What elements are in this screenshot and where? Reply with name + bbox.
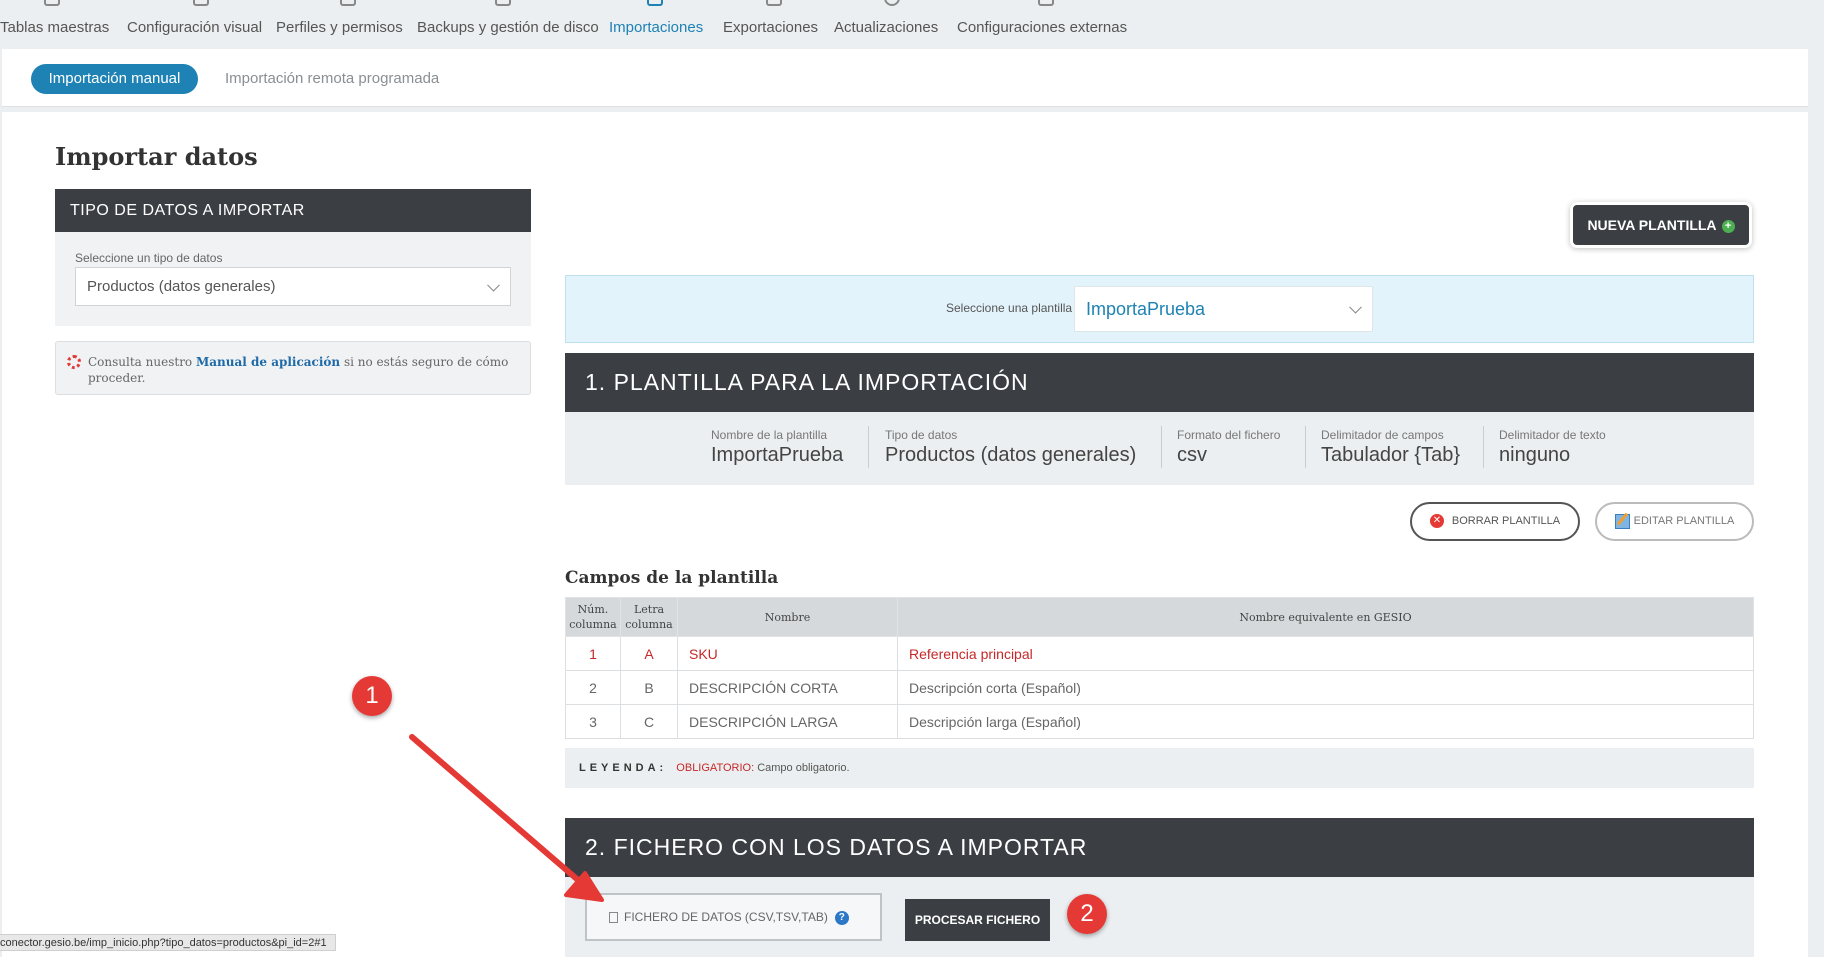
info-separator	[1161, 426, 1162, 468]
table-row: 2 B DESCRIPCIÓN CORTA Descripción corta …	[565, 670, 1754, 705]
info-template-name: Nombre de la plantilla ImportaPrueba	[711, 428, 844, 466]
table-row: 1 A SKU Referencia principal	[565, 636, 1754, 671]
callout-badge-1: 1	[352, 676, 392, 716]
nav-actualizaciones[interactable]: Actualizaciones	[834, 0, 950, 52]
chevron-down-icon	[1349, 300, 1362, 314]
import-icon	[646, 0, 663, 6]
nav-configuracion-visual[interactable]: Configuración visual	[127, 0, 275, 52]
data-type-label: Seleccione un tipo de datos	[75, 251, 223, 265]
tables-icon	[44, 0, 60, 6]
table-header-row: Núm. columna Letra columna Nombre Nombre e…	[565, 597, 1754, 637]
data-type-panel: TIPO DE DATOS A IMPORTAR Seleccione un t…	[55, 189, 531, 326]
template-select-bar: Seleccione una plantilla ImportaPrueba	[565, 275, 1754, 343]
sub-tab-bar: Importación manual Importación remota pr…	[2, 49, 1808, 107]
plus-icon: +	[1721, 219, 1735, 233]
edit-template-button[interactable]: EDITAR PLANTILLA	[1595, 502, 1754, 541]
col-equiv-header: Nombre equivalente en GESIO	[897, 597, 1754, 637]
col-num-header: Núm. columna	[565, 597, 621, 637]
lifebuoy-icon	[67, 355, 81, 369]
data-file-input[interactable]: FICHERO DE DATOS (CSV,TSV,TAB)?	[585, 893, 882, 941]
data-type-header: TIPO DE DATOS A IMPORTAR	[55, 189, 531, 232]
help-box: Consulta nuestro Manual de aplicación si…	[55, 341, 531, 395]
col-name-header: Nombre	[677, 597, 898, 637]
puzzle-icon	[1038, 0, 1054, 6]
new-template-button[interactable]: NUEVA PLANTILLA +	[1573, 205, 1749, 245]
nav-backups[interactable]: Backups y gestión de disco	[417, 0, 599, 52]
table-row: 3 C DESCRIPCIÓN LARGA Descripción larga …	[565, 704, 1754, 739]
info-separator	[1305, 426, 1306, 468]
template-select[interactable]: ImportaPrueba	[1074, 286, 1373, 332]
nav-configuraciones-externas[interactable]: Configuraciones externas	[957, 0, 1135, 52]
nav-tablas-maestras[interactable]: Tablas maestras	[0, 0, 109, 52]
callout-badge-2: 2	[1067, 894, 1107, 934]
info-data-type: Tipo de datos Productos (datos generales…	[885, 428, 1137, 466]
fields-title: Campos de la plantilla	[565, 568, 779, 588]
status-bar-url: conector.gesio.be/imp_inicio.php?tipo_da…	[0, 934, 336, 951]
refresh-icon	[884, 0, 900, 6]
process-file-button[interactable]: PROCESAR FICHERO	[905, 899, 1050, 941]
manual-link[interactable]: Manual de aplicación	[196, 355, 340, 369]
template-select-label: Seleccione una plantilla	[946, 301, 1073, 315]
template-info-strip: Nombre de la plantilla ImportaPrueba Tip…	[565, 412, 1754, 485]
section2-header: 2. FICHERO CON LOS DATOS A IMPORTAR	[565, 818, 1754, 877]
help-icon[interactable]: ?	[834, 910, 849, 925]
edit-icon	[1614, 513, 1630, 529]
data-type-select[interactable]: Productos (datos generales)	[75, 267, 511, 306]
col-letter-header: Letra columna	[620, 597, 678, 637]
info-field-delimiter: Delimitador de campos Tabulador {Tab}	[1321, 428, 1461, 466]
close-icon: ✕	[1429, 514, 1444, 529]
delete-template-button[interactable]: ✕ BORRAR PLANTILLA	[1410, 502, 1580, 541]
tab-importacion-remota[interactable]: Importación remota programada	[225, 70, 439, 87]
nav-perfiles-permisos[interactable]: Perfiles y permisos	[276, 0, 419, 52]
chevron-down-icon	[487, 278, 500, 292]
calendar-icon	[339, 0, 356, 6]
export-icon	[766, 0, 782, 6]
info-separator	[868, 426, 869, 468]
info-file-format: Formato del fichero csv	[1177, 428, 1281, 466]
nav-exportaciones[interactable]: Exportaciones	[723, 0, 825, 52]
section1-header: 1. PLANTILLA PARA LA IMPORTACIÓN	[565, 353, 1754, 412]
backup-icon	[495, 0, 511, 6]
page-title: Importar datos	[55, 142, 258, 171]
fields-table: Núm. columna Letra columna Nombre Nombre e…	[565, 597, 1754, 739]
info-text-delimiter: Delimitador de texto ninguno	[1499, 428, 1606, 466]
tab-importacion-manual[interactable]: Importación manual	[31, 64, 198, 94]
legend: LEYENDA: OBLIGATORIO: Campo obligatorio.	[565, 748, 1754, 788]
file-upload-area: FICHERO DE DATOS (CSV,TSV,TAB)? PROCESAR…	[565, 877, 1754, 957]
nav-importaciones[interactable]: Importaciones	[609, 0, 703, 52]
brush-icon	[193, 0, 209, 6]
file-icon	[609, 912, 618, 924]
info-separator	[1483, 426, 1484, 468]
